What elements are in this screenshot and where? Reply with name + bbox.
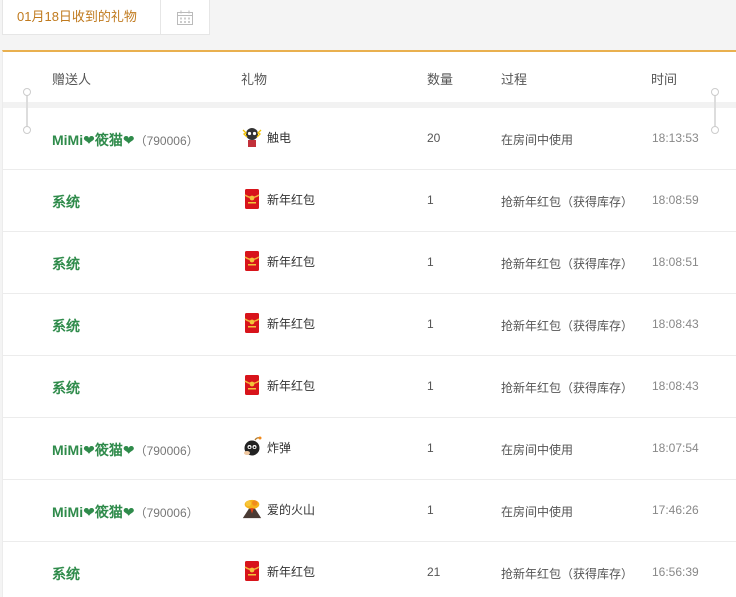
date-tab[interactable]: 01月18日收到的礼物 xyxy=(2,0,161,35)
table-row: 系统 新年红包 1 抢新年红包（获得库存） 18:08:43 xyxy=(3,356,736,418)
sender[interactable]: 系统 xyxy=(52,192,80,212)
sender[interactable]: MiMi❤筱猫❤（790006） xyxy=(52,130,199,150)
table-row: MiMi❤筱猫❤（790006） 炸弹 1 在房间中使用 18:07:54 xyxy=(3,418,736,480)
table-row: MiMi❤筱猫❤（790006） 爱的火山 1 在房间中使用 17:46:26 xyxy=(3,480,736,542)
gift-name: 触电 xyxy=(267,130,292,145)
date-tab-label: 01月18日收到的礼物 xyxy=(17,9,137,24)
sender-name: MiMi❤筱猫❤ xyxy=(52,132,135,148)
top-bar: 01月18日收到的礼物 xyxy=(0,0,736,50)
sender-uid: （790006） xyxy=(134,444,199,458)
gift: 炸弹 xyxy=(241,435,291,459)
gift-name: 爱的火山 xyxy=(267,502,316,517)
sender[interactable]: 系统 xyxy=(52,564,80,584)
timestamp: 17:46:26 xyxy=(652,503,699,517)
sender-name: 系统 xyxy=(52,380,80,396)
gift-name: 炸弹 xyxy=(267,440,292,455)
process: 抢新年红包（获得库存） xyxy=(501,381,634,395)
sender-uid: （790006） xyxy=(134,506,199,520)
quantity: 20 xyxy=(427,131,441,145)
col-process: 过程 xyxy=(501,72,528,87)
quantity: 1 xyxy=(427,441,434,455)
red-envelope-icon xyxy=(241,249,263,273)
process: 抢新年红包（获得库存） xyxy=(501,257,634,271)
volcano-icon xyxy=(241,497,263,521)
sender[interactable]: 系统 xyxy=(52,316,80,336)
red-envelope-icon xyxy=(241,187,263,211)
red-envelope-icon xyxy=(241,311,263,335)
timestamp: 16:56:39 xyxy=(652,565,699,579)
timestamp: 18:08:51 xyxy=(652,255,699,269)
timestamp: 18:08:59 xyxy=(652,193,699,207)
process: 在房间中使用 xyxy=(501,443,574,457)
sender-name: MiMi❤筱猫❤ xyxy=(52,504,135,520)
gift: 新年红包 xyxy=(241,559,315,583)
process: 抢新年红包（获得库存） xyxy=(501,567,634,581)
col-sender: 赠送人 xyxy=(52,72,92,87)
gift: 新年红包 xyxy=(241,373,315,397)
sender-name: 系统 xyxy=(52,566,80,582)
table-row: 系统 新年红包 1 抢新年红包（获得库存） 18:08:51 xyxy=(3,232,736,294)
gift-name: 新年红包 xyxy=(267,564,316,579)
scroll-handle-right[interactable] xyxy=(710,88,720,134)
col-qty: 数量 xyxy=(427,72,454,87)
quantity: 1 xyxy=(427,379,434,393)
gift: 新年红包 xyxy=(241,249,315,273)
sender[interactable]: 系统 xyxy=(52,254,80,274)
table-header: 赠送人 礼物 数量 过程 时间 xyxy=(3,52,736,102)
calendar-button[interactable] xyxy=(161,0,210,35)
table-row: 系统 新年红包 1 抢新年红包（获得库存） 18:08:43 xyxy=(3,294,736,356)
sender-name: 系统 xyxy=(52,318,80,334)
sender-name: MiMi❤筱猫❤ xyxy=(52,442,135,458)
timestamp: 18:07:54 xyxy=(652,441,699,455)
quantity: 1 xyxy=(427,317,434,331)
gift-records-panel: 赠送人 礼物 数量 过程 时间 MiMi❤筱猫❤（790006） 触电 20 在房间中… xyxy=(2,50,736,597)
gift-name: 新年红包 xyxy=(267,254,316,269)
process: 抢新年红包（获得库存） xyxy=(501,195,634,209)
sender[interactable]: 系统 xyxy=(52,378,80,398)
gift-name: 新年红包 xyxy=(267,316,316,331)
table-body: MiMi❤筱猫❤（790006） 触电 20 在房间中使用 18:13:53 系统 新年红包… xyxy=(3,108,736,597)
process: 抢新年红包（获得库存） xyxy=(501,319,634,333)
gift: 触电 xyxy=(241,125,291,149)
sender-name: 系统 xyxy=(52,194,80,210)
quantity: 1 xyxy=(427,503,434,517)
sender-name: 系统 xyxy=(52,256,80,272)
col-time: 时间 xyxy=(651,72,678,87)
timestamp: 18:08:43 xyxy=(652,379,699,393)
gift-name: 新年红包 xyxy=(267,378,316,393)
gift: 新年红包 xyxy=(241,311,315,335)
table-row: 系统 新年红包 1 抢新年红包（获得库存） 18:08:59 xyxy=(3,170,736,232)
red-envelope-icon xyxy=(241,559,263,583)
col-gift: 礼物 xyxy=(241,72,268,87)
scroll-handle-left[interactable] xyxy=(22,88,32,134)
table-row: 系统 新年红包 21 抢新年红包（获得库存） 16:56:39 xyxy=(3,542,736,597)
sender[interactable]: MiMi❤筱猫❤（790006） xyxy=(52,440,199,460)
gift: 新年红包 xyxy=(241,187,315,211)
process: 在房间中使用 xyxy=(501,505,574,519)
sender[interactable]: MiMi❤筱猫❤（790006） xyxy=(52,502,199,522)
quantity: 21 xyxy=(427,565,441,579)
process: 在房间中使用 xyxy=(501,133,574,147)
sender-uid: （790006） xyxy=(134,134,199,148)
timestamp: 18:08:43 xyxy=(652,317,699,331)
quantity: 1 xyxy=(427,193,434,207)
table-row: MiMi❤筱猫❤（790006） 触电 20 在房间中使用 18:13:53 xyxy=(3,108,736,170)
shock-icon xyxy=(241,125,263,149)
bomb-icon xyxy=(241,435,263,459)
gift-name: 新年红包 xyxy=(267,192,316,207)
red-envelope-icon xyxy=(241,373,263,397)
gift: 爱的火山 xyxy=(241,497,315,521)
calendar-icon xyxy=(177,10,193,25)
quantity: 1 xyxy=(427,255,434,269)
timestamp: 18:13:53 xyxy=(652,131,699,145)
